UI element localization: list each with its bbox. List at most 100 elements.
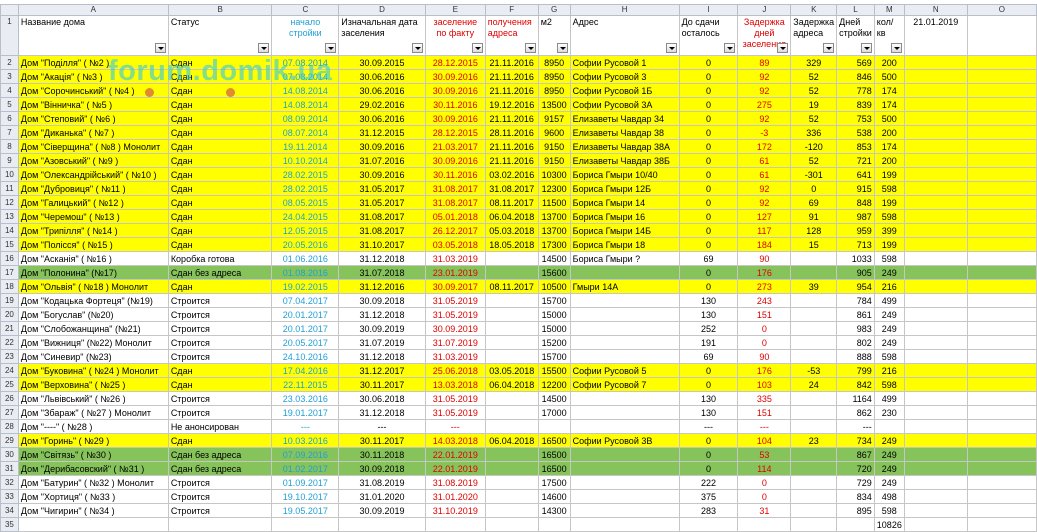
cell-build-days[interactable]: 713 <box>836 237 875 252</box>
cell-start-date[interactable]: 14.08.2014 <box>271 97 340 112</box>
cell-delay-days[interactable]: 151 <box>737 405 792 420</box>
cell-remaining[interactable]: 375 <box>678 489 739 504</box>
cell-status[interactable]: Сдан <box>167 97 273 112</box>
cell-build-days[interactable]: 778 <box>836 83 875 98</box>
row-header[interactable]: 21 <box>0 321 19 336</box>
cell-delay-days[interactable]: --- <box>737 419 792 434</box>
cell-actual-date[interactable]: 30.09.2019 <box>424 321 486 336</box>
cell-address-date[interactable]: 21.11.2016 <box>484 139 539 154</box>
cell-delay-days[interactable]: 0 <box>737 489 792 504</box>
cell-address[interactable] <box>569 503 680 518</box>
cell-remaining[interactable]: 0 <box>678 125 739 140</box>
cell-delay-days[interactable]: 104 <box>737 433 792 448</box>
cell[interactable] <box>903 307 968 322</box>
cell-address-delay[interactable]: 91 <box>790 209 838 224</box>
cell-address-date[interactable]: 21.11.2016 <box>484 153 539 168</box>
cell-remaining[interactable]: 0 <box>678 377 739 392</box>
cell-planned-date[interactable]: 30.06.2016 <box>338 69 426 84</box>
cell-build-days[interactable]: 867 <box>836 447 875 462</box>
column-header[interactable]: C <box>271 4 340 16</box>
column-header[interactable]: M <box>873 4 905 16</box>
cell[interactable] <box>903 377 968 392</box>
cell-start-date[interactable]: 22.11.2015 <box>271 377 340 392</box>
cell[interactable] <box>903 167 968 182</box>
column-header[interactable]: K <box>790 4 838 16</box>
row-header[interactable]: 31 <box>0 461 19 476</box>
cell-address[interactable]: Бориса Гмыри 12Б <box>569 181 680 196</box>
cell-actual-date[interactable]: 31.03.2019 <box>424 349 486 364</box>
cell-actual-date[interactable]: 31.01.2020 <box>424 489 486 504</box>
row-header[interactable]: 5 <box>0 97 19 112</box>
cell-address-date[interactable] <box>484 251 539 266</box>
cell-actual-date[interactable]: 31.05.2019 <box>424 293 486 308</box>
cell-area[interactable]: 12300 <box>537 181 571 196</box>
cell-area[interactable]: 9150 <box>537 139 571 154</box>
cell-remaining[interactable]: --- <box>678 419 739 434</box>
cell-area[interactable]: 9157 <box>537 111 571 126</box>
cell-planned-date[interactable]: 30.09.2018 <box>338 293 426 308</box>
cell-area[interactable]: 12200 <box>537 377 571 392</box>
cell-actual-date[interactable]: 23.01.2019 <box>424 265 486 280</box>
cell-house-name[interactable]: Дом "Полісся" ( №15 ) <box>17 237 169 252</box>
cell-remaining[interactable]: 69 <box>678 349 739 364</box>
cell-planned-date[interactable]: 31.08.2017 <box>338 223 426 238</box>
cell[interactable] <box>966 419 1037 434</box>
column-header[interactable]: G <box>537 4 571 16</box>
cell[interactable] <box>966 293 1037 308</box>
cell-area[interactable]: 9150 <box>537 153 571 168</box>
cell-remaining[interactable]: 191 <box>678 335 739 350</box>
cell-flats[interactable]: 199 <box>873 167 905 182</box>
cell-planned-date[interactable]: 30.09.2016 <box>338 167 426 182</box>
cell-address[interactable] <box>569 307 680 322</box>
cell[interactable] <box>790 517 838 532</box>
cell-address-date[interactable]: 31.08.2017 <box>484 181 539 196</box>
cell-address[interactable]: Софии Русовой 1 <box>569 55 680 70</box>
filter-dropdown-icon[interactable] <box>258 43 270 53</box>
cell-address-date[interactable]: 28.11.2016 <box>484 125 539 140</box>
cell-remaining[interactable]: 0 <box>678 153 739 168</box>
cell[interactable] <box>903 69 968 84</box>
cell-address[interactable] <box>569 321 680 336</box>
cell[interactable] <box>903 251 968 266</box>
cell-address-delay[interactable] <box>790 307 838 322</box>
cell-flats[interactable]: 249 <box>873 265 905 280</box>
cell-flats[interactable]: 498 <box>873 489 905 504</box>
cell[interactable] <box>966 237 1037 252</box>
cell-actual-date[interactable]: 31.10.2019 <box>424 503 486 518</box>
cell-remaining[interactable]: 130 <box>678 391 739 406</box>
cell-status[interactable]: Сдан <box>167 363 273 378</box>
cell-address-date[interactable] <box>484 447 539 462</box>
cell-actual-date[interactable]: 22.01.2019 <box>424 447 486 462</box>
cell-remaining[interactable]: 0 <box>678 363 739 378</box>
cell[interactable] <box>424 517 486 532</box>
cell[interactable] <box>966 125 1037 140</box>
cell-address-date[interactable] <box>484 321 539 336</box>
cell-build-days[interactable]: 905 <box>836 265 875 280</box>
cell-delay-days[interactable]: 275 <box>737 97 792 112</box>
cell-address-delay[interactable] <box>790 419 838 434</box>
cell-remaining[interactable]: 0 <box>678 279 739 294</box>
cell-address[interactable]: Софии Русовой 5 <box>569 363 680 378</box>
cell-start-date[interactable]: 01.02.2017 <box>271 461 340 476</box>
cell[interactable] <box>903 391 968 406</box>
cell-actual-date[interactable]: --- <box>424 419 486 434</box>
row-header[interactable]: 34 <box>0 503 19 518</box>
cell[interactable] <box>903 279 968 294</box>
cell-house-name[interactable]: Дом "Вінничка" ( №5 ) <box>17 97 169 112</box>
cell-planned-date[interactable]: 30.09.2019 <box>338 321 426 336</box>
cell-area[interactable]: 8950 <box>537 83 571 98</box>
cell[interactable] <box>966 307 1037 322</box>
cell-delay-days[interactable]: 90 <box>737 349 792 364</box>
cell-address[interactable]: Елизаветы Чавдар 38Б <box>569 153 680 168</box>
cell-build-days[interactable]: 641 <box>836 167 875 182</box>
cell-address-date[interactable]: 19.12.2016 <box>484 97 539 112</box>
cell[interactable] <box>167 517 273 532</box>
cell-planned-date[interactable]: 29.02.2016 <box>338 97 426 112</box>
row-header[interactable]: 28 <box>0 419 19 434</box>
column-header[interactable]: D <box>338 4 426 16</box>
cell-remaining[interactable]: 0 <box>678 69 739 84</box>
cell-address-delay[interactable] <box>790 503 838 518</box>
cell[interactable] <box>966 195 1037 210</box>
cell-planned-date[interactable]: 30.09.2015 <box>338 55 426 70</box>
cell-status[interactable]: Сдан <box>167 125 273 140</box>
